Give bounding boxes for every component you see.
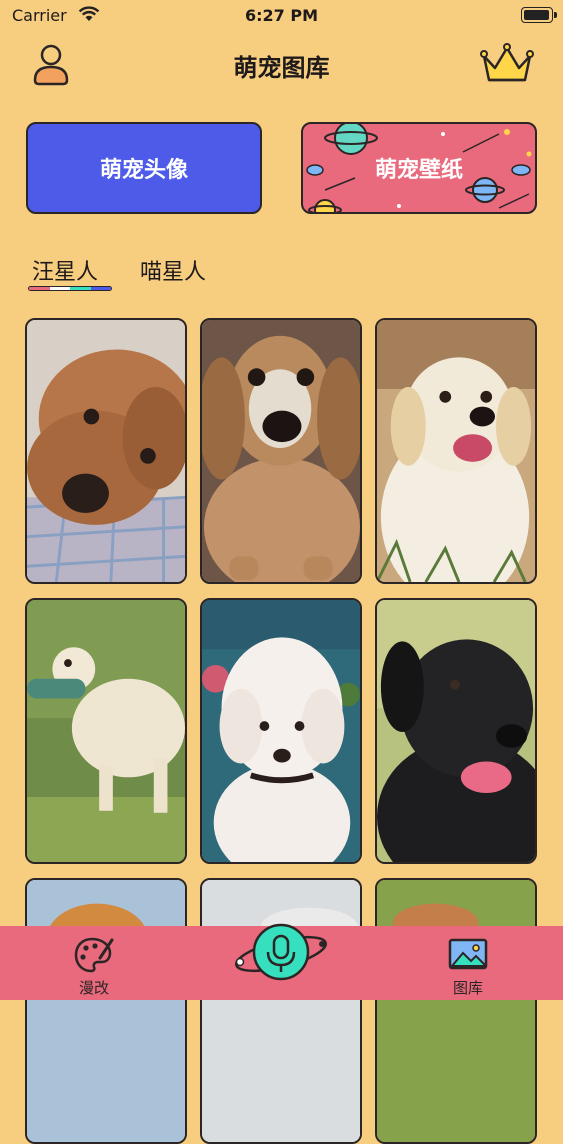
- avatar-button[interactable]: 萌宠头像: [26, 122, 262, 214]
- dog-photo-brown-dog[interactable]: [375, 878, 537, 1144]
- dog-photo-black-labrador[interactable]: [375, 598, 537, 864]
- tab-dogs[interactable]: 汪星人: [32, 254, 98, 286]
- dog-photo-golden-retriever[interactable]: [375, 318, 537, 584]
- crown-icon[interactable]: [479, 42, 535, 86]
- dog-photo-golden-with-toy[interactable]: [25, 598, 187, 864]
- mic-button[interactable]: [232, 912, 330, 994]
- tab-edit-label: 漫改: [78, 979, 109, 997]
- image-gallery-icon: [448, 938, 488, 970]
- status-bar: Carrier 6:27 PM: [0, 0, 563, 32]
- tab-cats[interactable]: 喵星人: [140, 254, 206, 286]
- clock: 6:27 PM: [244, 6, 318, 25]
- bottom-tab-bar: 漫改 图库: [0, 923, 563, 1000]
- wallpaper-button-label: 萌宠壁纸: [374, 158, 463, 183]
- wallpaper-button[interactable]: 萌宠壁纸: [301, 122, 537, 214]
- dog-photo-poodle-brown[interactable]: [25, 318, 187, 584]
- palette-icon: [74, 937, 114, 973]
- dog-photo-white-poodle[interactable]: [200, 598, 362, 864]
- avatar-button-label: 萌宠头像: [99, 158, 188, 183]
- nav-bar: 萌宠图库: [0, 36, 563, 90]
- dog-photo-dachshund[interactable]: [200, 318, 362, 584]
- tab-gallery[interactable]: 图库: [438, 936, 498, 998]
- battery-icon: [521, 7, 557, 23]
- tab-underline: [28, 286, 112, 291]
- tab-gallery-label: 图库: [452, 979, 483, 997]
- tab-edit[interactable]: 漫改: [64, 936, 124, 998]
- dog-photo-golden-2[interactable]: [25, 878, 187, 1144]
